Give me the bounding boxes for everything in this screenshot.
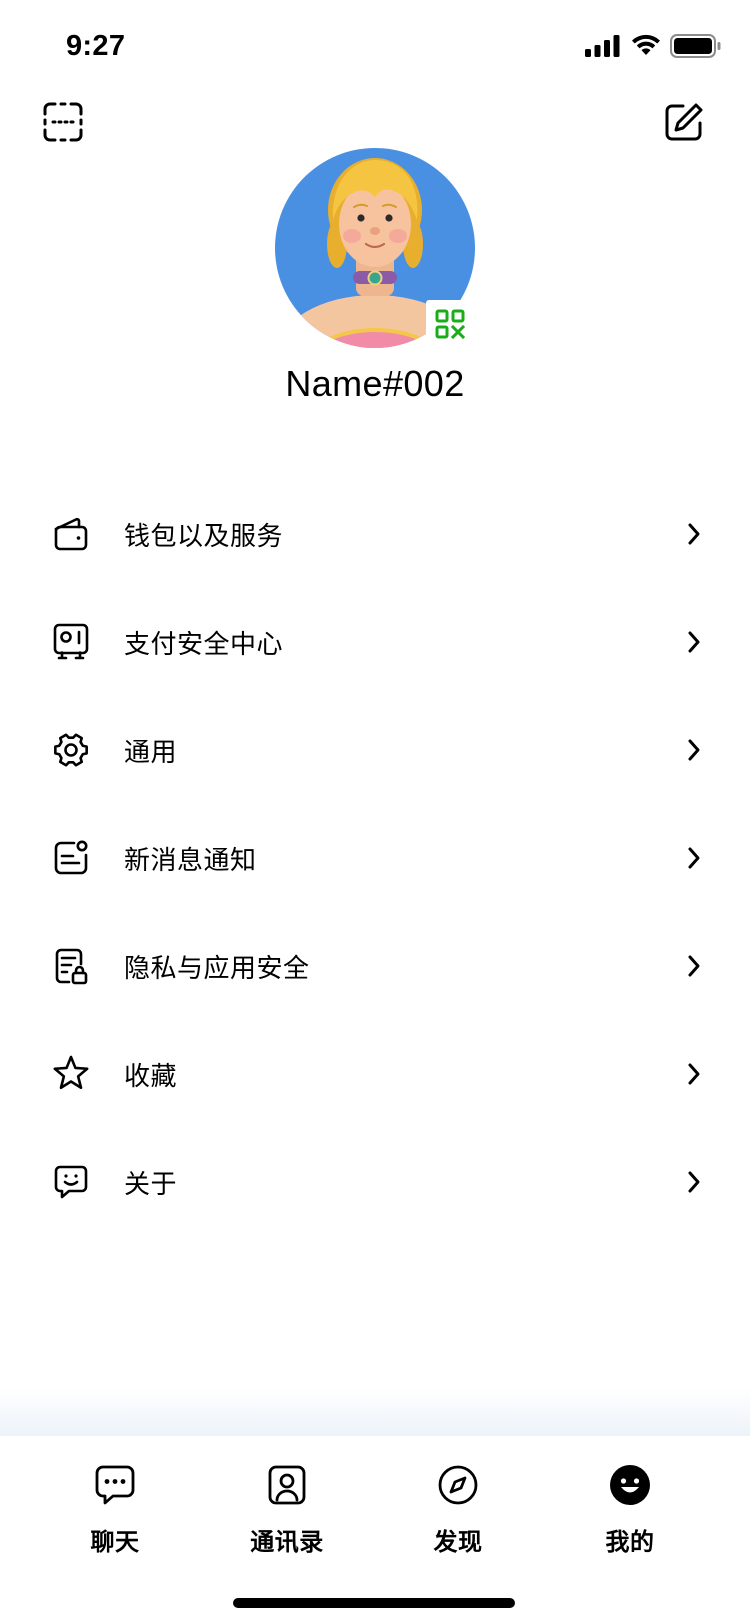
gear-icon — [51, 730, 91, 770]
cellular-signal-icon — [585, 35, 621, 57]
menu-item-label: 隐私与应用安全 — [124, 952, 310, 983]
settings-menu: 钱包以及服务 支付安全中心 通用 新消息通知 隐私与应用安全 收藏 关于 — [0, 480, 750, 1236]
wallet-icon — [51, 514, 91, 554]
menu-item-label: 支付安全中心 — [124, 628, 284, 659]
contacts-icon — [264, 1462, 310, 1508]
profile-icon — [607, 1462, 653, 1508]
compass-icon — [435, 1462, 481, 1508]
chat-icon — [92, 1462, 138, 1508]
menu-item-label: 新消息通知 — [124, 844, 257, 875]
chevron-right-icon — [684, 1170, 704, 1194]
status-time: 9:27 — [66, 30, 126, 62]
tab-bar-fade — [0, 1388, 750, 1436]
tab-label: 我的 — [605, 1529, 655, 1556]
menu-item-privacy[interactable]: 隐私与应用安全 — [0, 912, 750, 1020]
qr-code-icon[interactable] — [426, 300, 474, 348]
chevron-right-icon — [684, 522, 704, 546]
tab-label: 发现 — [433, 1529, 483, 1556]
profile-name: Name#002 — [285, 363, 465, 404]
chevron-right-icon — [684, 738, 704, 762]
chevron-right-icon — [684, 846, 704, 870]
smiley-chat-icon — [51, 1162, 91, 1202]
menu-item-notifications[interactable]: 新消息通知 — [0, 804, 750, 912]
notification-icon — [51, 838, 91, 878]
tab-chat[interactable]: 聊天 — [40, 1462, 190, 1572]
privacy-lock-icon — [51, 946, 91, 986]
tab-discover[interactable]: 发现 — [383, 1462, 533, 1572]
menu-item-favorites[interactable]: 收藏 — [0, 1020, 750, 1128]
menu-item-label: 通用 — [124, 736, 178, 767]
menu-item-label: 收藏 — [124, 1060, 178, 1091]
chevron-right-icon — [684, 630, 704, 654]
tab-bar: 聊天 通讯录 发现 我的 — [0, 1436, 750, 1624]
tab-label: 通讯录 — [250, 1529, 324, 1556]
battery-icon — [670, 34, 722, 58]
chevron-right-icon — [684, 954, 704, 978]
menu-item-label: 关于 — [124, 1168, 178, 1199]
menu-item-payment-security[interactable]: 支付安全中心 — [0, 588, 750, 696]
tab-me[interactable]: 我的 — [555, 1462, 705, 1572]
tab-label: 聊天 — [90, 1529, 140, 1556]
menu-item-label: 钱包以及服务 — [124, 520, 284, 551]
menu-item-wallet[interactable]: 钱包以及服务 — [0, 480, 750, 588]
menu-item-general[interactable]: 通用 — [0, 696, 750, 804]
scan-icon[interactable] — [42, 101, 84, 143]
payment-security-icon — [51, 622, 91, 662]
star-icon — [51, 1054, 91, 1094]
edit-icon[interactable] — [663, 101, 705, 143]
menu-item-about[interactable]: 关于 — [0, 1128, 750, 1236]
home-indicator[interactable] — [233, 1598, 515, 1608]
wifi-icon — [630, 33, 662, 57]
chevron-right-icon — [684, 1062, 704, 1086]
tab-contacts[interactable]: 通讯录 — [212, 1462, 362, 1572]
